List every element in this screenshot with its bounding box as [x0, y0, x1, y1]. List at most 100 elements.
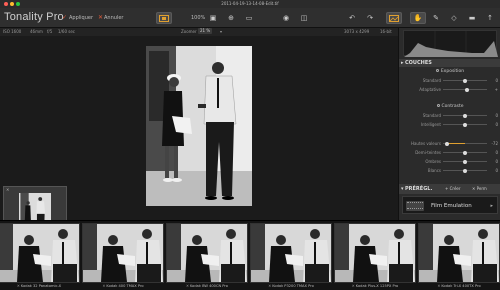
slider-label: Standard — [422, 78, 441, 83]
slider-track[interactable] — [443, 150, 487, 155]
image-mode-button[interactable] — [386, 12, 402, 24]
remove-preset-icon[interactable]: ✕ — [186, 284, 189, 288]
window-close-button[interactable] — [4, 2, 8, 6]
contrast-toggle[interactable] — [436, 104, 440, 107]
slider-value: 0 — [495, 78, 498, 83]
slider-tones-3[interactable]: Blancs 0 — [399, 167, 500, 174]
zoom-dropdown-icon[interactable]: ▾ — [220, 28, 222, 36]
zoom-field[interactable]: 21 % — [198, 28, 213, 34]
slider-knob[interactable] — [463, 150, 467, 155]
slider-value: 0 — [495, 150, 498, 155]
layers-section-header[interactable]: ▸ COUCHES — [399, 59, 500, 67]
preset-thumbnail-label[interactable]: ✕Kodak 400 TMAX Pro — [82, 284, 164, 289]
slider-exposure-1[interactable]: Adaptative + — [399, 86, 500, 93]
cancel-button[interactable]: Annuler — [104, 15, 123, 21]
slider-label: Intelligent — [420, 122, 441, 127]
preset-thumbnail-label[interactable]: ✕Kodak P3200 TMAX Pro — [250, 284, 332, 289]
info-bar: ISO 1600 46mm f/5 1/60 sec Zoomer 21 % ▾… — [0, 28, 398, 36]
cancel-x-icon: ✕ — [98, 14, 104, 21]
zoom-label: Zoomer — [181, 29, 197, 34]
navigator-close-icon[interactable]: ✕ — [6, 187, 9, 192]
preset-thumbnail[interactable] — [82, 223, 164, 283]
window-controls — [4, 2, 20, 6]
preset-thumbnail[interactable] — [418, 223, 500, 283]
eraser-icon[interactable]: ◇ — [448, 13, 460, 23]
slider-track[interactable] — [443, 87, 487, 92]
slider-knob[interactable] — [463, 159, 467, 164]
preset-thumbnail-label[interactable]: ✕Kodak Plus-X 125PX Pro — [334, 284, 416, 289]
remove-preset-icon[interactable]: ✕ — [17, 284, 20, 288]
slider-knob[interactable] — [465, 87, 470, 92]
presets-title: PRÉRÉGL. — [405, 186, 433, 192]
presets-section-header[interactable]: ▾ PRÉRÉGL. + Créer ✕ Perm — [399, 184, 500, 194]
preset-thumbnail[interactable] — [0, 223, 80, 283]
fullscreen-icon[interactable]: ▭ — [243, 13, 255, 23]
slider-contrast-1[interactable]: Intelligent 0 — [399, 121, 500, 128]
exposure-group-title[interactable]: Exposition — [399, 69, 500, 75]
slider-tones-1[interactable]: Demi-teintes 0 — [399, 149, 500, 156]
apply-check-icon: ✓ — [62, 14, 68, 21]
preset-thumbnail[interactable] — [166, 223, 248, 283]
preset-thumbnail-label[interactable]: ✕Kodak Tri-X 400TX Pro — [418, 284, 500, 289]
zoom-in-icon[interactable]: ⊕ — [225, 13, 237, 23]
histogram-graph — [404, 31, 498, 57]
slider-exposure-0[interactable]: Standard 0 — [399, 77, 500, 84]
slider-track[interactable] — [443, 78, 487, 83]
slider-tones-2[interactable]: Ombres 0 — [399, 158, 500, 165]
compare-icon[interactable]: ◫ — [298, 13, 310, 23]
window-title: 2011-04-19-13-14-08-Edit.tif — [221, 1, 279, 6]
exposure-toggle[interactable] — [435, 69, 439, 72]
apply-button[interactable]: Appliquer — [69, 15, 93, 21]
window-minimize-button[interactable] — [10, 2, 14, 6]
slider-knob[interactable] — [463, 168, 467, 173]
redo-icon[interactable]: ↷ — [364, 13, 376, 23]
hand-tool-button[interactable]: ✋ — [410, 12, 426, 24]
remove-preset-icon[interactable]: ✕ — [102, 284, 105, 288]
brush-icon[interactable]: ✎ — [430, 13, 442, 23]
remove-preset-icon[interactable]: ✕ — [437, 284, 440, 288]
undo-icon[interactable]: ↶ — [346, 13, 358, 23]
slider-track[interactable] — [443, 168, 487, 173]
window-titlebar: 2011-04-19-13-14-08-Edit.tif — [0, 0, 500, 8]
preset-name: Kodak BW 400CN Pro — [189, 284, 229, 288]
eye-icon[interactable]: ◉ — [280, 13, 292, 23]
toolbar: Tonality Pro ✓ Appliquer ✕ Annuler 100% … — [0, 8, 500, 28]
slider-track[interactable] — [443, 122, 487, 127]
delete-preset-button[interactable]: ✕ Perm — [472, 186, 487, 192]
slider-label: Demi-teintes — [415, 150, 441, 155]
slider-label: Adaptative — [419, 87, 441, 92]
aperture-value: f/5 — [47, 29, 53, 34]
slider-contrast-0[interactable]: Standard 0 — [399, 112, 500, 119]
preset-thumbnail-label[interactable]: ✕Kodak 32 Panatomic-X — [0, 284, 80, 289]
hand-icon: ✋ — [413, 14, 423, 22]
slider-knob[interactable] — [463, 122, 467, 127]
slider-track[interactable] — [443, 113, 487, 118]
main-photo[interactable] — [146, 46, 252, 206]
mask-icon[interactable]: ▬ — [466, 13, 478, 23]
slider-track[interactable] — [443, 141, 487, 146]
remove-preset-icon[interactable]: ✕ — [352, 284, 355, 288]
slider-tones-0[interactable]: Hautes valeurs -72 — [399, 140, 500, 147]
film-icon — [406, 201, 424, 211]
export-icon[interactable]: ↑ — [484, 13, 496, 23]
slider-knob[interactable] — [463, 78, 467, 83]
create-preset-button[interactable]: + Créer — [445, 186, 461, 192]
histogram — [403, 30, 498, 57]
window-zoom-button[interactable] — [16, 2, 20, 6]
zoom-level[interactable]: 100% — [191, 15, 205, 21]
layout-button[interactable] — [156, 12, 172, 24]
slider-label: Hautes valeurs — [410, 141, 441, 146]
preset-thumbnail[interactable] — [334, 223, 416, 283]
zoom-fit-icon[interactable]: ▣ — [207, 13, 219, 23]
preset-selector[interactable]: Film Emulation ▸ — [402, 196, 498, 214]
slider-knob[interactable] — [445, 141, 450, 146]
preset-name: Kodak 400 TMAX Pro — [106, 284, 144, 288]
preset-thumbnail[interactable] — [250, 223, 332, 283]
adjustments-panel: ▸ COUCHES Exposition Contraste ▾ PRÉRÉGL… — [398, 28, 500, 220]
image-canvas[interactable]: ✕ Zoomer 11% — [0, 36, 398, 251]
preset-thumbnail-label[interactable]: ✕Kodak BW 400CN Pro — [166, 284, 248, 289]
remove-preset-icon[interactable]: ✕ — [268, 284, 271, 288]
contrast-group-title[interactable]: Contraste — [399, 104, 500, 110]
slider-knob[interactable] — [463, 113, 467, 118]
slider-track[interactable] — [443, 159, 487, 164]
